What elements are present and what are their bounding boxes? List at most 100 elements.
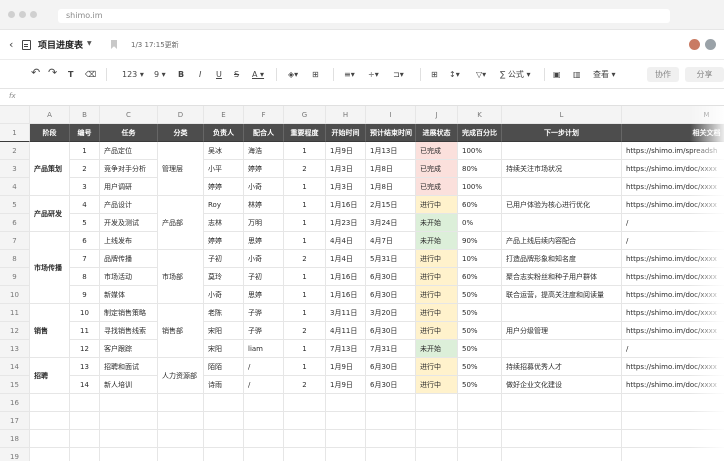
end-date-cell[interactable]: 3月20日: [366, 304, 416, 322]
collaborate-button[interactable]: 协作: [647, 67, 679, 82]
header-status[interactable]: 进展状态: [416, 124, 458, 142]
header-category[interactable]: 分类: [158, 124, 204, 142]
status-cell[interactable]: 进行中: [416, 322, 458, 340]
owner-cell[interactable]: 小平: [204, 160, 244, 178]
empty-cell[interactable]: [204, 412, 244, 430]
next-plan-cell[interactable]: 聚合志实粉丝和种子用户群体: [502, 268, 622, 286]
start-date-cell[interactable]: 1月23日: [326, 214, 366, 232]
end-date-cell[interactable]: 5月31日: [366, 250, 416, 268]
empty-cell[interactable]: [326, 430, 366, 448]
header-id[interactable]: 编号: [70, 124, 100, 142]
end-date-cell[interactable]: 6月30日: [366, 268, 416, 286]
empty-cell[interactable]: [326, 448, 366, 461]
percent-cell[interactable]: 100%: [458, 178, 502, 196]
partner-cell[interactable]: liam: [244, 340, 284, 358]
owner-cell[interactable]: 陌陌: [204, 358, 244, 376]
percent-cell[interactable]: 90%: [458, 232, 502, 250]
header-partner[interactable]: 配合人: [244, 124, 284, 142]
start-date-cell[interactable]: 1月9日: [326, 358, 366, 376]
empty-cell[interactable]: [70, 430, 100, 448]
priority-cell[interactable]: 1: [284, 142, 326, 160]
percent-cell[interactable]: 10%: [458, 250, 502, 268]
empty-cell[interactable]: [284, 430, 326, 448]
empty-cell[interactable]: [458, 412, 502, 430]
redo-icon[interactable]: ↷: [48, 67, 57, 78]
priority-cell[interactable]: 1: [284, 304, 326, 322]
empty-cell[interactable]: [70, 412, 100, 430]
id-cell[interactable]: 9: [70, 286, 100, 304]
priority-cell[interactable]: 2: [284, 322, 326, 340]
start-date-cell[interactable]: 1月3日: [326, 178, 366, 196]
percent-cell[interactable]: 0%: [458, 214, 502, 232]
row-number[interactable]: 10: [0, 286, 30, 304]
status-cell[interactable]: 已完成: [416, 178, 458, 196]
empty-cell[interactable]: [416, 412, 458, 430]
next-plan-cell[interactable]: 已用户体验为核心进行优化: [502, 196, 622, 214]
id-cell[interactable]: 11: [70, 322, 100, 340]
address-bar[interactable]: shimo.im: [58, 9, 670, 23]
formula-dropdown[interactable]: ∑ 公式 ▾: [500, 69, 531, 80]
font-color-button[interactable]: A ▾: [252, 69, 264, 80]
id-cell[interactable]: 4: [70, 196, 100, 214]
status-cell[interactable]: 未开始: [416, 340, 458, 358]
task-cell[interactable]: 上线发布: [100, 232, 158, 250]
header-owner[interactable]: 负责人: [204, 124, 244, 142]
stage-merged-cell[interactable]: 销售: [30, 304, 70, 358]
row-number[interactable]: 14: [0, 358, 30, 376]
stage-merged-cell[interactable]: 市场传播: [30, 232, 70, 304]
empty-cell[interactable]: [416, 394, 458, 412]
owner-cell[interactable]: 婷婷: [204, 232, 244, 250]
row-number[interactable]: 8: [0, 250, 30, 268]
column-header-b[interactable]: B: [70, 106, 100, 124]
priority-cell[interactable]: 1: [284, 268, 326, 286]
end-date-cell[interactable]: 7月31日: [366, 340, 416, 358]
empty-cell[interactable]: [284, 412, 326, 430]
priority-cell[interactable]: 1: [284, 196, 326, 214]
id-cell[interactable]: 12: [70, 340, 100, 358]
percent-cell[interactable]: 60%: [458, 268, 502, 286]
percent-cell[interactable]: 50%: [458, 376, 502, 394]
status-cell[interactable]: 已完成: [416, 142, 458, 160]
row-number[interactable]: 6: [0, 214, 30, 232]
owner-cell[interactable]: Roy: [204, 196, 244, 214]
partner-cell[interactable]: 万明: [244, 214, 284, 232]
start-date-cell[interactable]: 1月3日: [326, 160, 366, 178]
font-size-dropdown[interactable]: 9 ▾: [154, 69, 166, 80]
strikethrough-button[interactable]: S: [234, 69, 239, 80]
italic-button[interactable]: I: [199, 69, 201, 80]
window-close-dot[interactable]: [8, 11, 15, 18]
empty-cell[interactable]: [502, 394, 622, 412]
start-date-cell[interactable]: 1月16日: [326, 196, 366, 214]
row-number[interactable]: 1: [0, 124, 30, 142]
column-header-g[interactable]: G: [284, 106, 326, 124]
row-number[interactable]: 2: [0, 142, 30, 160]
priority-cell[interactable]: 1: [284, 358, 326, 376]
stage-merged-cell[interactable]: 招聘: [30, 358, 70, 394]
start-date-cell[interactable]: 1月9日: [326, 142, 366, 160]
merge-cells-icon[interactable]: ⊞: [431, 69, 438, 80]
id-cell[interactable]: 10: [70, 304, 100, 322]
row-number[interactable]: 19: [0, 448, 30, 461]
wrap-text-icon[interactable]: ⊐▾: [393, 69, 404, 80]
empty-cell[interactable]: [326, 394, 366, 412]
category-merged-cell[interactable]: 市场部: [158, 250, 204, 304]
empty-cell[interactable]: [244, 412, 284, 430]
owner-cell[interactable]: 婷婷: [204, 178, 244, 196]
start-date-cell[interactable]: 4月4日: [326, 232, 366, 250]
next-plan-cell[interactable]: 持续招募优秀人才: [502, 358, 622, 376]
percent-cell[interactable]: 50%: [458, 340, 502, 358]
priority-cell[interactable]: 1: [284, 214, 326, 232]
row-number[interactable]: 18: [0, 430, 30, 448]
partner-cell[interactable]: 婷婷: [244, 160, 284, 178]
header-percent[interactable]: 完成百分比: [458, 124, 502, 142]
category-merged-cell[interactable]: 人力资源部: [158, 358, 204, 394]
column-header-f[interactable]: F: [244, 106, 284, 124]
end-date-cell[interactable]: 6月30日: [366, 286, 416, 304]
next-plan-cell[interactable]: 用户分级管理: [502, 322, 622, 340]
empty-cell[interactable]: [30, 448, 70, 461]
underline-button[interactable]: U: [216, 69, 222, 80]
column-header-e[interactable]: E: [204, 106, 244, 124]
task-cell[interactable]: 竞争对手分析: [100, 160, 158, 178]
empty-cell[interactable]: [30, 394, 70, 412]
empty-cell[interactable]: [158, 412, 204, 430]
